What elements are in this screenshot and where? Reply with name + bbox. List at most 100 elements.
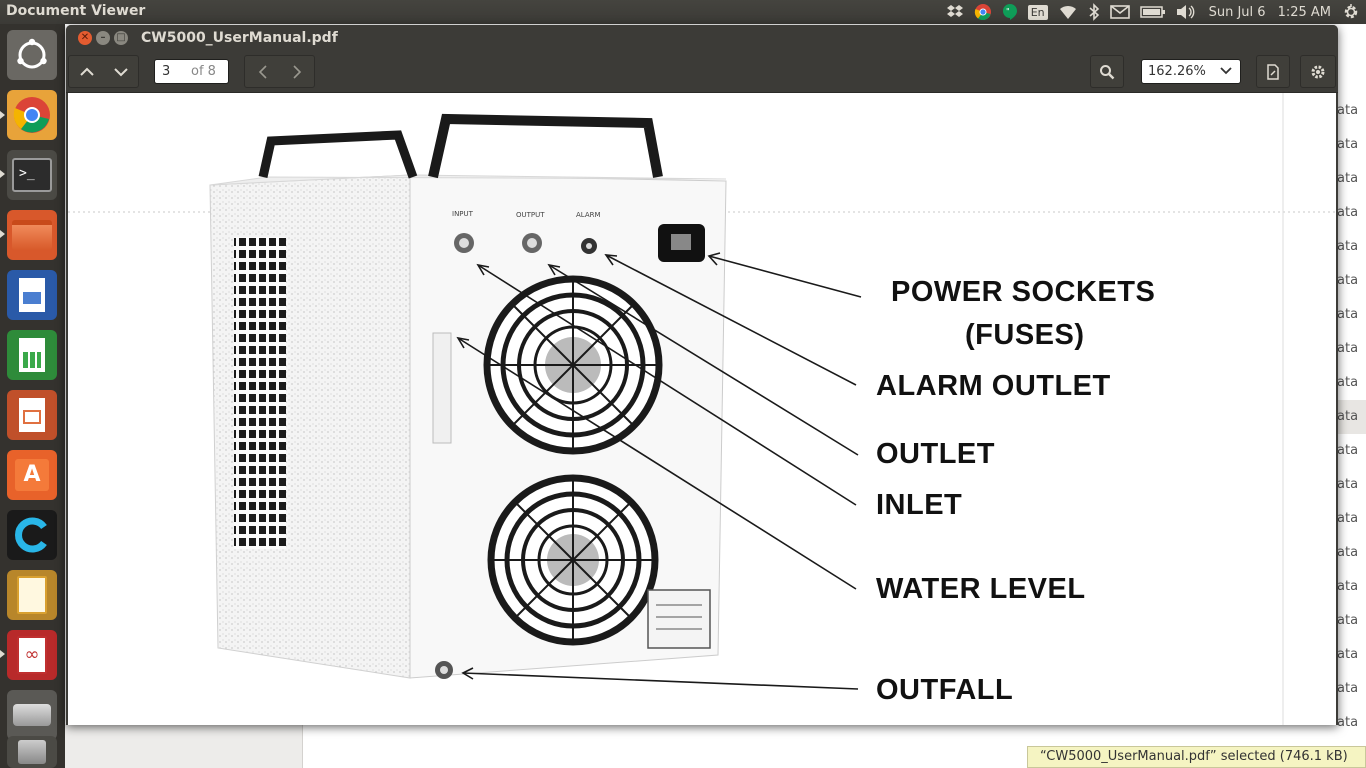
window-title: CW5000_UserManual.pdf — [141, 30, 338, 46]
outfall-label: OUTFALL — [876, 674, 1014, 706]
impress-launcher-button[interactable] — [7, 390, 57, 440]
mail-icon[interactable] — [1105, 0, 1135, 24]
lower-fan — [487, 474, 659, 646]
disk-launcher-button[interactable] — [7, 690, 57, 740]
fuses-label: (FUSES) — [965, 319, 1085, 351]
file-row[interactable]: ata — [1337, 162, 1366, 196]
history-forward-button[interactable] — [280, 55, 313, 88]
alarm-connector — [581, 238, 597, 254]
battery-icon[interactable] — [1135, 0, 1171, 24]
document-icon — [1267, 63, 1279, 80]
settings-menu-button[interactable] — [1301, 55, 1335, 88]
file-row[interactable]: ata — [1337, 672, 1366, 706]
spreadsheet-icon — [17, 336, 47, 374]
chrome-icon — [13, 97, 50, 133]
time-label: 1:25 AM — [1277, 4, 1331, 20]
calc-launcher-button[interactable] — [7, 330, 57, 380]
wifi-icon[interactable] — [1053, 0, 1083, 24]
file-row[interactable]: ata — [1337, 604, 1366, 638]
page-number-entry[interactable]: 3 of 8 — [154, 59, 229, 84]
viewer-toolbar: 3 of 8 162.26% — [66, 51, 1338, 93]
folder-icon — [12, 220, 52, 250]
search-button[interactable] — [1091, 55, 1123, 88]
chevron-down-icon — [113, 67, 128, 76]
file-row[interactable]: ata — [1337, 638, 1366, 672]
zoom-value: 162.26% — [1148, 64, 1206, 79]
alarm-panel-label: ALARM — [576, 211, 601, 219]
files-launcher-button[interactable] — [7, 210, 57, 260]
hangouts-icon[interactable]: " — [997, 0, 1023, 24]
file-row[interactable]: ata — [1337, 706, 1366, 740]
minimize-window-button[interactable]: – — [96, 31, 110, 45]
dropbox-icon[interactable] — [941, 0, 969, 24]
outlet-connector — [522, 233, 542, 253]
c-logo-icon — [15, 517, 47, 553]
bluetooth-icon[interactable] — [1083, 0, 1105, 24]
file-row[interactable]: ata — [1337, 468, 1366, 502]
keyboard-icon[interactable]: En — [1023, 0, 1053, 24]
terminal-launcher-button[interactable]: >_ — [7, 150, 57, 200]
ubuntu-logo-icon — [17, 38, 47, 69]
output-panel-label: OUTPUT — [516, 211, 545, 219]
file-row[interactable]: ata — [1337, 366, 1366, 400]
file-row[interactable]: ata — [1337, 230, 1366, 264]
annotations-button[interactable] — [1257, 55, 1289, 88]
chevron-down-icon — [1220, 67, 1232, 75]
outlet-label: OUTLET — [876, 438, 995, 470]
file-row[interactable]: ata — [1337, 434, 1366, 468]
inlet-connector — [454, 233, 474, 253]
file-row[interactable]: ata — [1337, 128, 1366, 162]
file-row[interactable]: ata — [1337, 196, 1366, 230]
sidebar-panel — [65, 724, 303, 768]
maximize-window-button[interactable]: □ — [114, 31, 128, 45]
image-viewer-launcher-button[interactable] — [7, 570, 57, 620]
volume-icon[interactable] — [1171, 0, 1201, 24]
next-page-button[interactable] — [104, 55, 137, 88]
date-label: Sun Jul 6 — [1208, 4, 1266, 20]
chevron-right-icon — [292, 64, 301, 79]
running-indicator — [0, 170, 5, 178]
file-row[interactable]: ata — [1337, 94, 1366, 128]
running-indicator — [0, 230, 5, 238]
presentation-icon — [17, 396, 47, 434]
clock[interactable]: Sun Jul 6 1:25 AM — [1201, 0, 1336, 24]
file-row[interactable]: ata — [1337, 502, 1366, 536]
ubuntu-dash-button[interactable] — [7, 30, 57, 80]
history-back-button[interactable] — [246, 55, 279, 88]
writer-launcher-button[interactable] — [7, 270, 57, 320]
zoom-selector[interactable]: 162.26% — [1141, 59, 1241, 84]
file-row[interactable]: ata — [1337, 400, 1366, 434]
document-viewer-window: ✕ – □ CW5000_UserManual.pdf 3 of 8 162.2… — [66, 25, 1338, 725]
chrome-launcher-button[interactable] — [7, 90, 57, 140]
chrome-icon[interactable] — [969, 0, 997, 24]
pdf-viewer-launcher-button[interactable]: ∞ — [7, 630, 57, 680]
chevron-up-icon — [79, 67, 94, 76]
upper-fan — [483, 275, 663, 455]
window-titlebar[interactable]: ✕ – □ CW5000_UserManual.pdf — [66, 25, 1338, 51]
terminal-icon: >_ — [12, 158, 52, 192]
close-window-button[interactable]: ✕ — [78, 31, 92, 45]
current-page-value: 3 — [162, 64, 171, 79]
app-title: Document Viewer — [6, 3, 146, 19]
file-row[interactable]: ata — [1337, 264, 1366, 298]
file-row[interactable]: ata — [1337, 536, 1366, 570]
chevron-left-icon — [258, 64, 267, 79]
c-app-launcher-button[interactable] — [7, 510, 57, 560]
top-panel: Document Viewer " En Sun Jul 6 1:25 AM — [0, 0, 1366, 24]
hard-disk-icon — [13, 704, 51, 726]
document-page[interactable]: INPUT OUTPUT ALARM POWER SOCKETS (FUSES)… — [68, 93, 1336, 725]
water-level-label: WATER LEVEL — [876, 573, 1086, 605]
software-center-launcher-button[interactable]: A — [7, 450, 57, 500]
file-status-bar: “CW5000_UserManual.pdf” selected (746.1 … — [1027, 746, 1366, 768]
trash-launcher-button[interactable] — [7, 736, 57, 768]
previous-page-button[interactable] — [70, 55, 103, 88]
file-row[interactable]: ata — [1337, 570, 1366, 604]
indicator-area: " En Sun Jul 6 1:25 AM — [941, 0, 1366, 24]
inlet-label: INLET — [876, 489, 963, 521]
file-row[interactable]: ata — [1337, 298, 1366, 332]
input-panel-label: INPUT — [452, 210, 474, 218]
gear-icon[interactable] — [1336, 0, 1366, 24]
svg-text:": " — [1006, 7, 1010, 16]
file-row[interactable]: ata — [1337, 332, 1366, 366]
running-indicator — [0, 650, 5, 658]
